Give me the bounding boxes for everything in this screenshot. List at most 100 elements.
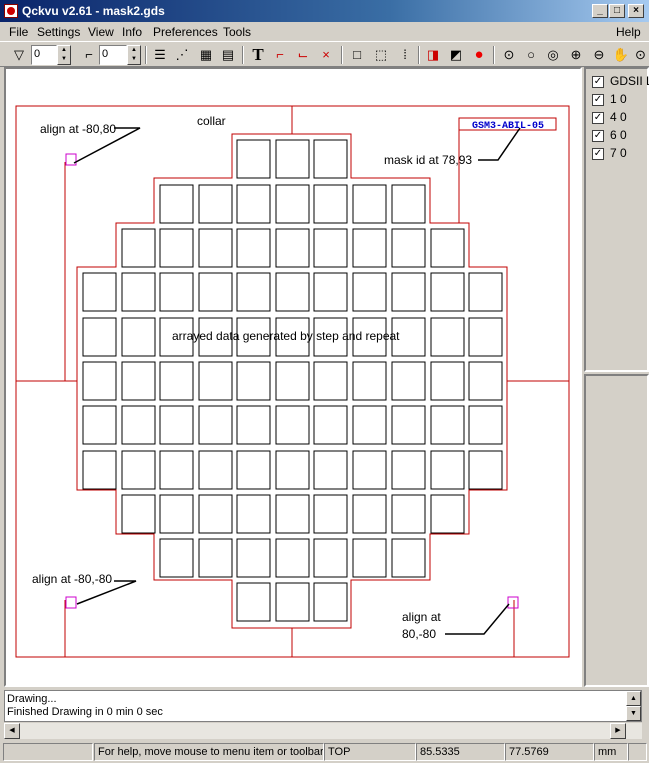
array-cells — [82, 139, 503, 622]
array-cell — [82, 272, 117, 312]
array-cell — [352, 450, 387, 490]
stop-icon[interactable]: ● — [469, 45, 489, 65]
array-cell — [430, 317, 465, 357]
cell-tree-icon[interactable]: ⋰ — [172, 45, 192, 65]
array-cell — [121, 272, 156, 312]
menu-bar: File Settings View Info Preferences Tool… — [0, 22, 649, 41]
array-cell — [82, 450, 117, 490]
text-icon[interactable]: T — [248, 45, 268, 65]
menu-preferences[interactable]: Preferences — [153, 25, 218, 39]
layer-label: 1 0 — [610, 92, 627, 106]
align-br-label-line1: align at — [402, 610, 441, 624]
zoom-extra-icon[interactable]: ⊙ — [632, 45, 649, 65]
layer-checkbox[interactable]: ✓ — [592, 147, 604, 160]
layer-row[interactable]: ✓ 1 0 — [592, 92, 627, 108]
scroll-up-button[interactable]: ▲ — [626, 691, 641, 706]
layout-canvas[interactable]: GSM3-ABIL-05 collar align at -80,80 mask… — [4, 67, 582, 687]
layer-checkbox[interactable]: ✓ — [592, 111, 604, 124]
measure-icon[interactable]: ⌙ — [293, 45, 313, 65]
menu-tools[interactable]: Tools — [223, 25, 251, 39]
array-cell — [275, 272, 310, 312]
scroll-left-button[interactable]: ◀ — [4, 723, 20, 739]
array-cell — [313, 139, 348, 179]
array-cell — [391, 538, 426, 578]
close-button[interactable]: × — [628, 4, 644, 18]
array-cell — [313, 361, 348, 401]
zoom-in-icon[interactable]: ⊕ — [566, 45, 586, 65]
toolbar: ▽ 0 ▲ ▼ ⌐ 0 ▲ ▼ ☰ ⋰ ▦ ▤ T ⌐ ⌙ × □ ⬚ ⁞ ◨ ◩ … — [0, 41, 649, 67]
box-icon[interactable]: □ — [347, 45, 367, 65]
array-cell — [391, 494, 426, 534]
align-bl-label: align at -80,-80 — [32, 572, 112, 586]
array-cell — [430, 361, 465, 401]
select-cell-icon[interactable]: ◨ — [423, 45, 443, 65]
array-cell — [275, 538, 310, 578]
filter-level-input[interactable]: 0 — [31, 45, 57, 65]
array-cell — [468, 450, 503, 490]
depth-stepper[interactable]: ▲ ▼ — [127, 45, 141, 65]
status-bar: For help, move mouse to menu item or too… — [0, 741, 649, 763]
align-markers — [65, 153, 519, 609]
hierarchy-icon[interactable]: ⌐ — [79, 45, 99, 65]
leader-line-align-br — [445, 603, 510, 635]
menu-settings[interactable]: Settings — [37, 25, 80, 39]
filter-icon[interactable]: ▽ — [9, 45, 29, 65]
array-cell — [236, 361, 271, 401]
align-br-label-line2: 80,-80 — [402, 627, 436, 641]
array-cell — [236, 538, 271, 578]
array-cell — [82, 361, 117, 401]
array-cell — [468, 361, 503, 401]
dots-grid-icon[interactable]: ⁞ — [395, 45, 415, 65]
ruler-icon[interactable]: ⌐ — [270, 45, 290, 65]
array-cell — [391, 184, 426, 224]
log-line: Finished Drawing in 0 min 0 sec — [7, 706, 163, 718]
log-scrollbar[interactable]: ▲ ▼ — [626, 691, 641, 721]
toolbar-separator — [493, 46, 495, 64]
zoom-fit-icon[interactable]: ⊙ — [499, 45, 519, 65]
menu-help[interactable]: Help — [616, 25, 641, 39]
status-x-coordinate: 85.5335 — [416, 743, 505, 761]
layers-stack-icon[interactable]: ☰ — [150, 45, 170, 65]
select-edit-icon[interactable]: ◩ — [446, 45, 466, 65]
array-cell — [430, 405, 465, 445]
toolbar-separator — [418, 46, 420, 64]
array-cell — [275, 228, 310, 268]
layer-label: GDSII L — [610, 74, 649, 88]
menu-info[interactable]: Info — [122, 25, 142, 39]
array-cell — [236, 450, 271, 490]
layer-checkbox[interactable]: ✓ — [592, 93, 604, 106]
array-cell — [159, 272, 194, 312]
depth-input[interactable]: 0 — [99, 45, 127, 65]
horizontal-scrollbar[interactable]: ◀ ▶ — [4, 723, 642, 739]
zoom-icon[interactable]: ○ — [521, 45, 541, 65]
grid-cells-icon[interactable]: ▦ — [196, 45, 216, 65]
array-cell — [275, 450, 310, 490]
layer-row[interactable]: ✓ GDSII L — [592, 74, 649, 90]
menu-file[interactable]: File — [9, 25, 28, 39]
menu-view[interactable]: View — [88, 25, 114, 39]
layer-row[interactable]: ✓ 7 0 — [592, 146, 627, 162]
array-cell — [198, 228, 233, 268]
align-marker — [65, 596, 77, 609]
layer-checkbox[interactable]: ✓ — [592, 129, 604, 142]
zoom-out-icon[interactable]: ⊖ — [589, 45, 609, 65]
layout-drawing[interactable]: GSM3-ABIL-05 collar align at -80,80 mask… — [6, 69, 580, 685]
array-cell — [391, 405, 426, 445]
array-cell — [430, 228, 465, 268]
filter-level-stepper[interactable]: ▲ ▼ — [57, 45, 71, 65]
table-icon[interactable]: ▤ — [218, 45, 238, 65]
layer-row[interactable]: ✓ 6 0 — [592, 128, 627, 144]
zoom-box-icon[interactable]: ◎ — [543, 45, 563, 65]
array-cell — [391, 450, 426, 490]
scroll-down-button[interactable]: ▼ — [626, 706, 641, 721]
layer-panel: ✓ GDSII L ✓ 1 0 ✓ 4 0 ✓ 6 0 ✓ 7 0 — [584, 67, 649, 372]
clear-ruler-icon[interactable]: × — [316, 45, 336, 65]
dotted-box-icon[interactable]: ⬚ — [371, 45, 391, 65]
layer-row[interactable]: ✓ 4 0 — [592, 110, 627, 126]
toolbar-separator — [145, 46, 147, 64]
scroll-right-button[interactable]: ▶ — [610, 723, 626, 739]
layer-checkbox[interactable]: ✓ — [592, 75, 604, 88]
maximize-button[interactable]: □ — [609, 4, 625, 18]
pan-hand-icon[interactable]: ✋ — [611, 45, 631, 65]
minimize-button[interactable]: _ — [592, 4, 608, 18]
